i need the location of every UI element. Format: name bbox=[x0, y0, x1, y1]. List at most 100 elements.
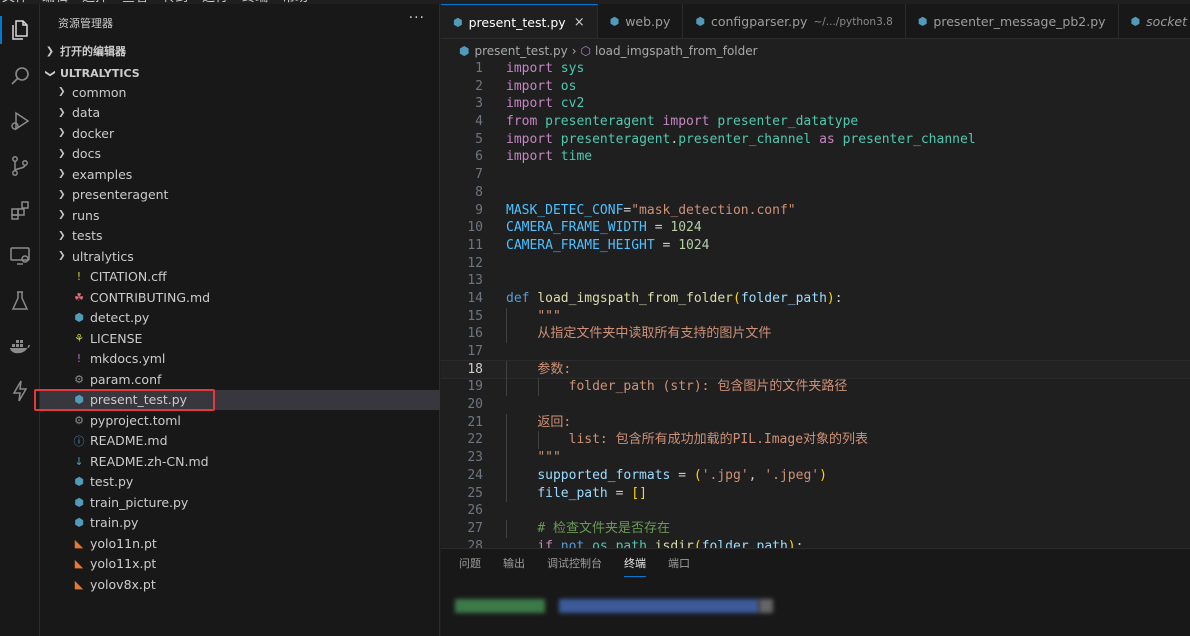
extensions-icon[interactable] bbox=[0, 191, 40, 231]
folder-item[interactable]: ❯ data bbox=[40, 103, 440, 124]
panel-tab[interactable]: 端口 bbox=[668, 555, 690, 577]
editor-tabs: ⬢ present_test.py × ⬢ web.py ⬢ configparser.py… bbox=[441, 4, 1190, 39]
code-token: file_path bbox=[537, 485, 608, 501]
explorer-title: 资源管理器 bbox=[58, 17, 113, 30]
explorer-icon[interactable] bbox=[0, 10, 40, 50]
code-editor[interactable]: 1 import sys 2 import os 3 import cv2 4 from pr… bbox=[441, 60, 1190, 550]
code-token: presenteragent bbox=[545, 114, 655, 130]
indent-guide bbox=[506, 466, 507, 485]
code-line: 13 bbox=[441, 272, 1190, 290]
folder-item[interactable]: ❯ docker bbox=[40, 123, 440, 144]
tree-item-label: param.conf bbox=[90, 371, 162, 387]
search-icon[interactable] bbox=[0, 56, 40, 96]
code-line: 5 import presenteragent.presenter_channel… bbox=[441, 131, 1190, 149]
indent-guide bbox=[506, 325, 507, 343]
code-token: ( bbox=[732, 290, 741, 306]
file-item[interactable]: ◣ yolo11n.pt bbox=[40, 533, 440, 554]
tree-item-label: train_picture.py bbox=[90, 494, 189, 510]
run-debug-icon[interactable] bbox=[0, 101, 40, 141]
file-item[interactable]: ⬢ detect.py bbox=[40, 308, 440, 329]
code-line: 12 bbox=[441, 255, 1190, 273]
selection-highlight-box bbox=[34, 388, 215, 411]
line-number: 15 bbox=[467, 308, 483, 324]
remote-explorer-icon[interactable] bbox=[0, 236, 40, 276]
breadcrumb-file[interactable]: present_test.py bbox=[474, 44, 567, 58]
file-item[interactable]: ◣ yolo11x.pt bbox=[40, 554, 440, 575]
testing-icon[interactable] bbox=[0, 281, 40, 321]
file-item[interactable]: ! CITATION.cff bbox=[40, 267, 440, 288]
file-item[interactable]: ⓘ README.md bbox=[40, 431, 440, 452]
file-item[interactable]: ! mkdocs.yml bbox=[40, 349, 440, 370]
open-editors-section[interactable]: ❯ 打开的编辑器 bbox=[40, 40, 440, 62]
editor-tab[interactable]: ⬢ socket bbox=[1119, 4, 1190, 38]
panel-tab[interactable]: 问题 bbox=[459, 555, 481, 577]
tree-item-label: mkdocs.yml bbox=[90, 351, 166, 367]
close-icon[interactable]: × bbox=[574, 15, 585, 30]
chevron-right-icon: ❯ bbox=[58, 87, 66, 98]
line-number: 3 bbox=[475, 96, 483, 112]
file-item[interactable]: ◣ yolov8x.pt bbox=[40, 574, 440, 595]
project-section[interactable]: ❯ ULTRALYTICS bbox=[40, 62, 440, 84]
explorer-sidebar: 资源管理器 ··· ❯ 打开的编辑器 ❯ ULTRALYTICS ❯ common… bbox=[34, 4, 440, 636]
folder-item[interactable]: ❯ examples bbox=[40, 164, 440, 185]
editor-tab[interactable]: ⬢ presenter_message_pb2.py bbox=[906, 4, 1119, 38]
code-line: 19 folder_path (str): 包含图片的文件夹路径 bbox=[441, 378, 1190, 397]
code-text: CAMERA_FRAME_HEIGHT = 1024 bbox=[506, 237, 710, 255]
file-item[interactable]: ⬢ train.py bbox=[40, 513, 440, 534]
tab-label: configparser.py bbox=[710, 14, 808, 29]
panel-tab[interactable]: 终端 bbox=[624, 555, 646, 577]
terminal-blurred-text bbox=[759, 599, 773, 613]
file-item[interactable]: ↓ README.zh-CN.md bbox=[40, 451, 440, 472]
docker-icon[interactable] bbox=[0, 326, 40, 366]
line-number: 1 bbox=[475, 61, 483, 76]
terminal-blurred-text bbox=[559, 599, 759, 613]
file-item[interactable]: ⚙ pyproject.toml bbox=[40, 410, 440, 431]
code-line: 17 bbox=[441, 343, 1190, 361]
info-icon: ⓘ bbox=[73, 434, 85, 448]
file-item[interactable]: ⬢ present_test.py bbox=[34, 388, 440, 411]
folder-item[interactable]: ❯ common bbox=[40, 82, 440, 103]
code-token: ( bbox=[693, 467, 702, 483]
code-line: 7 bbox=[441, 166, 1190, 184]
tree-item-label: runs bbox=[72, 207, 100, 223]
python-file-icon: ⬢ bbox=[453, 15, 463, 29]
panel-tab[interactable]: 调试控制台 bbox=[547, 555, 602, 577]
tree-item-label: docker bbox=[72, 125, 115, 141]
code-token: ) bbox=[819, 467, 827, 483]
line-number: 10 bbox=[467, 220, 483, 236]
tree-item-label: ultralytics bbox=[72, 248, 134, 264]
file-item[interactable]: ⬢ train_picture.py bbox=[40, 492, 440, 513]
folder-item[interactable]: ❯ ultralytics bbox=[40, 246, 440, 267]
editor-tab[interactable]: ⬢ configparser.py ~/.../python3.8 bbox=[683, 4, 906, 38]
code-token: = bbox=[607, 485, 632, 501]
code-line: 2 import os bbox=[441, 78, 1190, 96]
editor-tab[interactable]: ⬢ present_test.py × bbox=[441, 4, 598, 38]
file-item[interactable]: ⚘ LICENSE bbox=[40, 328, 440, 349]
folder-item[interactable]: ❯ docs bbox=[40, 144, 440, 165]
folder-item[interactable]: ❯ tests bbox=[40, 226, 440, 247]
panel-tab[interactable]: 输出 bbox=[503, 555, 525, 577]
chevron-right-icon: › bbox=[571, 44, 577, 58]
more-actions-icon[interactable]: ··· bbox=[409, 10, 425, 26]
activity-bar bbox=[0, 4, 40, 636]
code-text: # 检查文件夹是否存在 bbox=[506, 520, 670, 538]
line-number: 26 bbox=[467, 503, 483, 519]
chevron-right-icon: ❯ bbox=[58, 148, 66, 159]
file-item[interactable]: ☘ CONTRIBUTING.md bbox=[40, 287, 440, 308]
code-token: import bbox=[506, 61, 553, 76]
code-text: 从指定文件夹中读取所有支持的图片文件 bbox=[506, 325, 771, 343]
tree-item-label: yolo11x.pt bbox=[90, 556, 157, 572]
editor-tab[interactable]: ⬢ web.py bbox=[598, 4, 684, 38]
file-item[interactable]: ⚙ param.conf bbox=[40, 369, 440, 390]
folder-item[interactable]: ❯ presenteragent bbox=[40, 185, 440, 206]
source-control-icon[interactable] bbox=[0, 146, 40, 186]
breadcrumb-symbol[interactable]: load_imgspath_from_folder bbox=[595, 44, 758, 58]
file-item[interactable]: ⬢ test.py bbox=[40, 472, 440, 493]
folder-item[interactable]: ❯ runs bbox=[40, 205, 440, 226]
python-file-icon: ⬢ bbox=[695, 15, 705, 28]
